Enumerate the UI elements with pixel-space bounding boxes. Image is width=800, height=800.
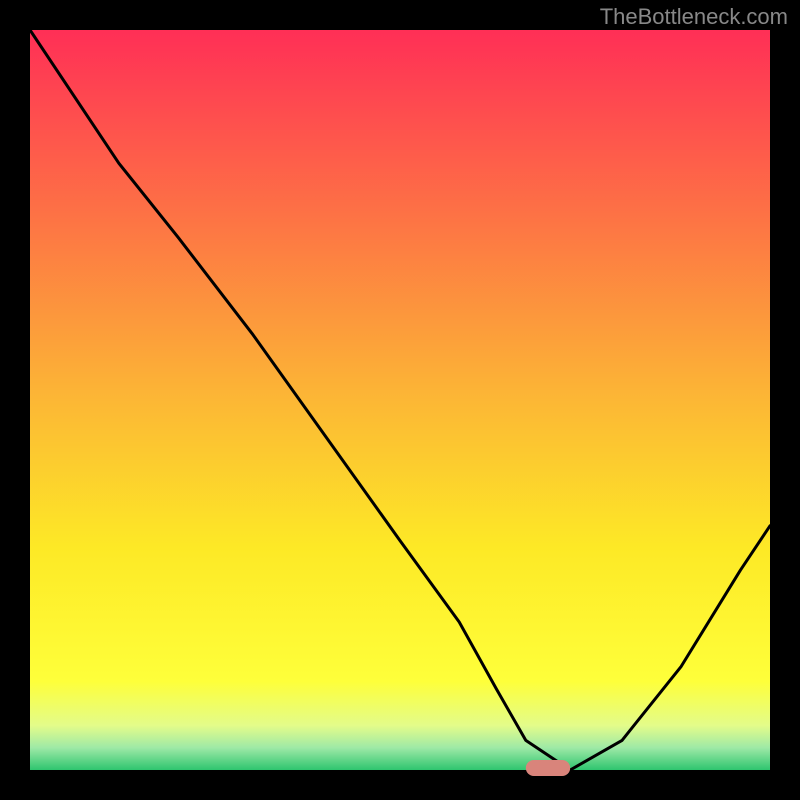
chart-container: TheBottleneck.com xyxy=(0,0,800,800)
plot-background xyxy=(30,30,770,770)
watermark-text: TheBottleneck.com xyxy=(600,4,788,30)
bottleneck-chart xyxy=(0,0,800,800)
optimal-marker xyxy=(526,760,570,776)
